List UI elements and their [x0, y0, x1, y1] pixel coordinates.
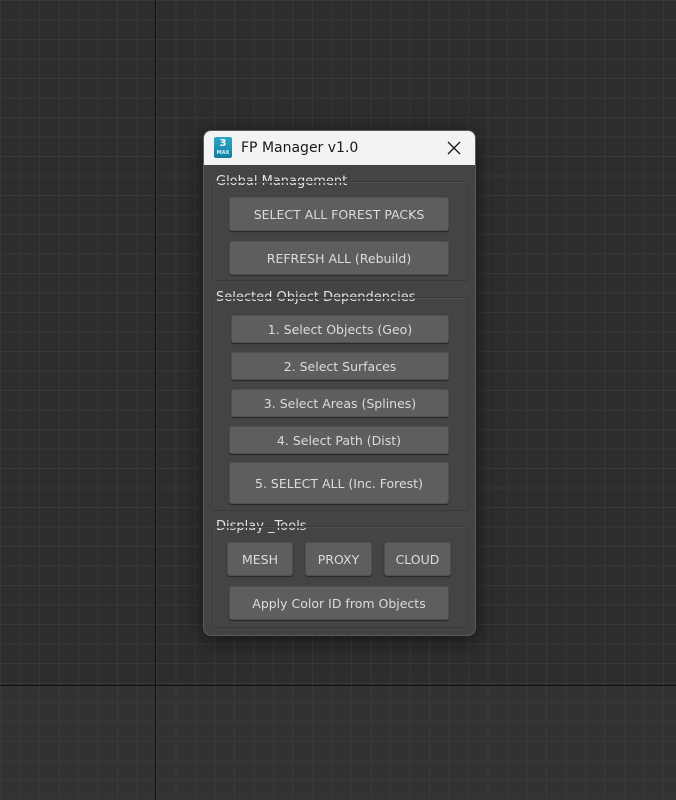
- window-title: FP Manager v1.0: [241, 140, 359, 156]
- select-areas-button[interactable]: 3. Select Areas (Splines): [231, 389, 449, 417]
- select-surfaces-button[interactable]: 2. Select Surfaces: [231, 352, 449, 380]
- select-all-forest-packs-button[interactable]: SELECT ALL FOREST PACKS: [229, 197, 449, 231]
- mesh-button[interactable]: MESH: [227, 542, 293, 576]
- fp-manager-window: 3 MAX FP Manager v1.0 Global Management …: [203, 130, 476, 636]
- select-all-inc-forest-button[interactable]: 5. SELECT ALL (Inc. Forest): [229, 462, 449, 504]
- viewport-divider-vertical: [155, 0, 156, 800]
- proxy-button[interactable]: PROXY: [305, 542, 372, 576]
- viewport-lower-panel: [0, 686, 676, 800]
- close-button[interactable]: [441, 135, 467, 161]
- apply-color-id-button[interactable]: Apply Color ID from Objects: [229, 586, 449, 620]
- app-icon-number: 3: [219, 138, 227, 149]
- refresh-all-button[interactable]: REFRESH ALL (Rebuild): [229, 241, 449, 275]
- 3ds-max-app-icon: 3 MAX: [214, 137, 232, 158]
- title-bar[interactable]: 3 MAX FP Manager v1.0: [204, 131, 475, 165]
- select-path-button[interactable]: 4. Select Path (Dist): [229, 426, 449, 454]
- cloud-button[interactable]: CLOUD: [384, 542, 451, 576]
- close-icon: [447, 141, 461, 155]
- viewport-divider-horizontal: [0, 685, 676, 686]
- select-objects-button[interactable]: 1. Select Objects (Geo): [231, 315, 449, 343]
- app-icon-label: MAX: [216, 150, 230, 156]
